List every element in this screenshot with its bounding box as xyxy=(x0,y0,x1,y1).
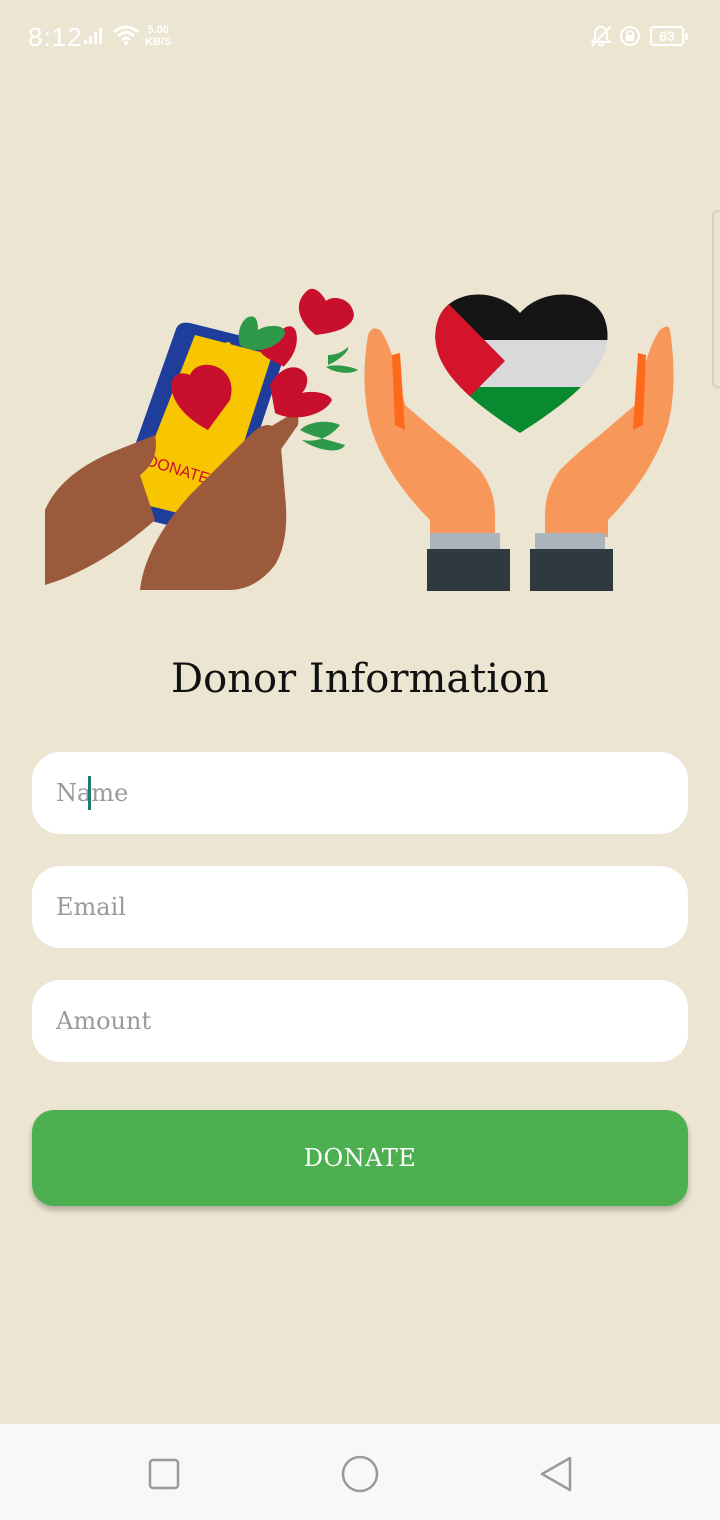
status-time: 8:12 xyxy=(28,22,83,52)
recents-square-icon[interactable] xyxy=(142,1452,186,1496)
home-circle-icon[interactable] xyxy=(338,1452,382,1496)
back-triangle-icon[interactable] xyxy=(534,1452,578,1496)
donate-button[interactable]: DONATE xyxy=(32,1110,688,1206)
donation-illustration: DONATE xyxy=(40,275,690,605)
status-bar: 8:12 5.00 KB/S 63 xyxy=(0,0,720,74)
mute-bell-icon xyxy=(589,24,613,53)
amount-field[interactable] xyxy=(32,980,688,1062)
wifi-icon xyxy=(112,24,140,51)
amount-input[interactable] xyxy=(32,980,688,1062)
page-title: Donor Information xyxy=(171,656,549,702)
battery-icon: 63 xyxy=(650,26,688,46)
name-input[interactable] xyxy=(32,752,688,834)
email-input[interactable] xyxy=(32,866,688,948)
signal-icon xyxy=(84,26,106,49)
name-field[interactable] xyxy=(32,752,688,834)
network-speed: 5.00 KB/S xyxy=(145,24,171,48)
email-field[interactable] xyxy=(32,866,688,948)
network-speed-unit: KB/S xyxy=(145,36,172,48)
hands-heart-image xyxy=(364,294,674,591)
edge-panel-handle[interactable] xyxy=(712,210,720,388)
lock-rotation-icon xyxy=(619,24,641,53)
navigation-bar xyxy=(0,1424,720,1520)
network-speed-value: 5.00 xyxy=(147,24,169,36)
text-cursor xyxy=(88,776,91,810)
